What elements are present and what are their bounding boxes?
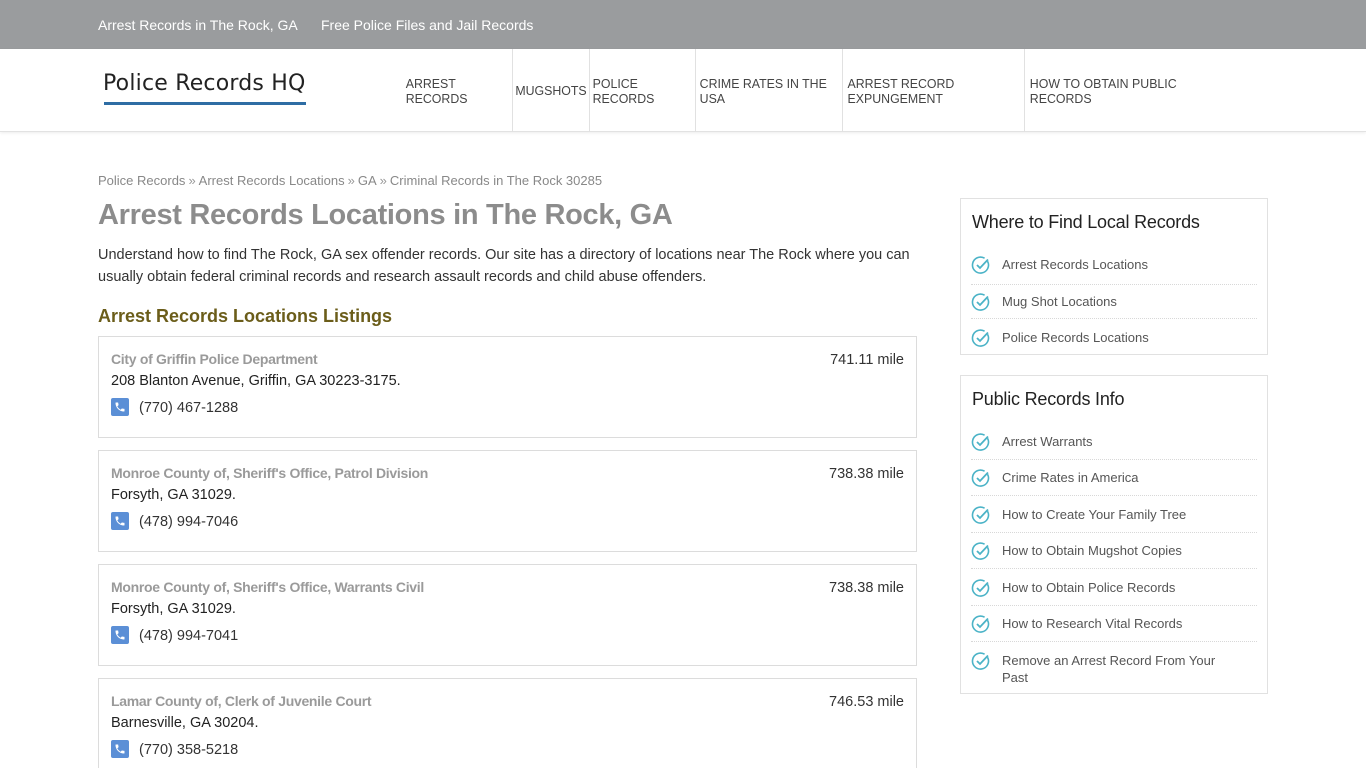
topbar-link-free-police-files[interactable]: Free Police Files and Jail Records — [321, 17, 533, 33]
nav-divider — [589, 49, 590, 132]
nav-mugshots[interactable]: MUGSHOTS — [515, 49, 587, 132]
sidebar-public-records-info: Public Records Info Arrest Warrants Crim… — [960, 375, 1268, 694]
breadcrumb-current[interactable]: Criminal Records in The Rock 30285 — [390, 173, 602, 188]
sidebar-item-crime-rates[interactable]: Crime Rates in America — [971, 468, 1257, 496]
listing-distance: 738.38 mile — [829, 466, 904, 482]
sidebar-local-title: Where to Find Local Records — [972, 212, 1200, 232]
check-circle-icon — [971, 469, 990, 487]
sidebar-item-label: Arrest Records Locations — [1002, 257, 1148, 272]
nav-divider — [512, 49, 513, 132]
phone-icon — [111, 740, 129, 758]
sidebar-item-family-tree[interactable]: How to Create Your Family Tree — [971, 505, 1257, 533]
breadcrumb: Police Records» Arrest Records Locations»… — [98, 173, 602, 188]
listing-card: City of Griffin Police Department 741.11… — [98, 336, 917, 438]
listing-name[interactable]: Monroe County of, Sheriff's Office, Patr… — [111, 465, 428, 481]
top-bar: Arrest Records in The Rock, GA Free Poli… — [0, 0, 1366, 49]
listing-distance: 746.53 mile — [829, 694, 904, 710]
phone-icon — [111, 398, 129, 416]
listing-address: Barnesville, GA 30204. — [111, 715, 259, 731]
listing-phone[interactable]: (770) 467-1288 — [139, 400, 238, 416]
listing-distance: 741.11 mile — [830, 352, 904, 368]
sidebar-item-remove-arrest-record[interactable]: Remove an Arrest Record From Your Past — [971, 651, 1257, 689]
check-circle-icon — [971, 506, 990, 524]
listing-card: Monroe County of, Sheriff's Office, Patr… — [98, 450, 917, 552]
sidebar-item-obtain-police-records[interactable]: How to Obtain Police Records — [971, 578, 1257, 606]
nav-obtain-public-records[interactable]: HOW TO OBTAIN PUBLIC RECORDS — [1030, 49, 1212, 132]
breadcrumb-separator: » — [347, 173, 355, 188]
breadcrumb-separator: » — [188, 173, 196, 188]
nav-divider — [1024, 49, 1025, 132]
listing-name[interactable]: Lamar County of, Clerk of Juvenile Court — [111, 693, 372, 709]
site-logo[interactable]: Police Records HQ — [103, 71, 306, 96]
nav-arrest-records[interactable]: ARREST RECORDS — [406, 49, 510, 132]
sidebar-item-label: Arrest Warrants — [1002, 434, 1093, 449]
logo-underline — [104, 102, 306, 105]
listing-address: Forsyth, GA 31029. — [111, 487, 236, 503]
sidebar-item-vital-records[interactable]: How to Research Vital Records — [971, 614, 1257, 642]
sidebar-item-label: Mug Shot Locations — [1002, 294, 1117, 309]
sidebar-item-police-records-locations[interactable]: Police Records Locations — [971, 328, 1257, 350]
check-circle-icon — [971, 256, 990, 274]
breadcrumb-police-records[interactable]: Police Records — [98, 173, 185, 188]
sidebar-item-label: How to Research Vital Records — [1002, 616, 1183, 631]
nav-divider — [842, 49, 843, 132]
sidebar-item-arrest-warrants[interactable]: Arrest Warrants — [971, 432, 1257, 460]
nav-divider — [695, 49, 696, 132]
nav-crime-rates[interactable]: CRIME RATES IN THE USA — [700, 49, 839, 132]
sidebar-item-mug-shot-locations[interactable]: Mug Shot Locations — [971, 292, 1257, 319]
nav-arrest-record-expungement[interactable]: ARREST RECORD EXPUNGEMENT — [848, 49, 1020, 132]
listing-phone[interactable]: (478) 994-7041 — [139, 628, 238, 644]
listing-address: 208 Blanton Avenue, Griffin, GA 30223-31… — [111, 373, 401, 389]
listing-card: Monroe County of, Sheriff's Office, Warr… — [98, 564, 917, 666]
breadcrumb-ga[interactable]: GA — [358, 173, 377, 188]
listings-title: Arrest Records Locations Listings — [98, 306, 393, 326]
breadcrumb-separator: » — [379, 173, 387, 188]
listing-name[interactable]: City of Griffin Police Department — [111, 351, 318, 367]
sidebar-item-label: How to Create Your Family Tree — [1002, 507, 1187, 522]
listing-address: Forsyth, GA 31029. — [111, 601, 236, 617]
site-header: Police Records HQ ARREST RECORDS MUGSHOT… — [0, 49, 1366, 132]
check-circle-icon — [971, 433, 990, 451]
sidebar-item-label: Crime Rates in America — [1002, 470, 1139, 485]
listing-card: Lamar County of, Clerk of Juvenile Court… — [98, 678, 917, 768]
listing-phone[interactable]: (770) 358-5218 — [139, 742, 238, 758]
sidebar-item-arrest-records-locations[interactable]: Arrest Records Locations — [971, 255, 1257, 285]
sidebar-item-label: Remove an Arrest Record From Your Past — [1002, 653, 1216, 685]
phone-icon — [111, 626, 129, 644]
sidebar-item-label: How to Obtain Mugshot Copies — [1002, 543, 1182, 558]
sidebar-item-label: How to Obtain Police Records — [1002, 580, 1176, 595]
intro-text: Understand how to find The Rock, GA sex … — [98, 247, 910, 285]
listing-phone[interactable]: (478) 994-7046 — [139, 514, 238, 530]
phone-icon — [111, 512, 129, 530]
sidebar-item-mugshot-copies[interactable]: How to Obtain Mugshot Copies — [971, 541, 1257, 569]
check-circle-icon — [971, 542, 990, 560]
listing-distance: 738.38 mile — [829, 580, 904, 596]
nav-police-records[interactable]: POLICE RECORDS — [593, 49, 693, 132]
sidebar-local-records: Where to Find Local Records Arrest Recor… — [960, 198, 1268, 355]
topbar-link-arrest-records[interactable]: Arrest Records in The Rock, GA — [98, 17, 298, 33]
sidebar-item-label: Police Records Locations — [1002, 330, 1149, 345]
breadcrumb-arrest-records-locations[interactable]: Arrest Records Locations — [199, 173, 345, 188]
check-circle-icon — [971, 579, 990, 597]
check-circle-icon — [971, 293, 990, 311]
check-circle-icon — [971, 615, 990, 633]
listing-name[interactable]: Monroe County of, Sheriff's Office, Warr… — [111, 579, 424, 595]
page-title: Arrest Records Locations in The Rock, GA — [98, 199, 673, 231]
sidebar-info-title: Public Records Info — [972, 389, 1125, 409]
check-circle-icon — [971, 652, 990, 670]
check-circle-icon — [971, 329, 990, 347]
